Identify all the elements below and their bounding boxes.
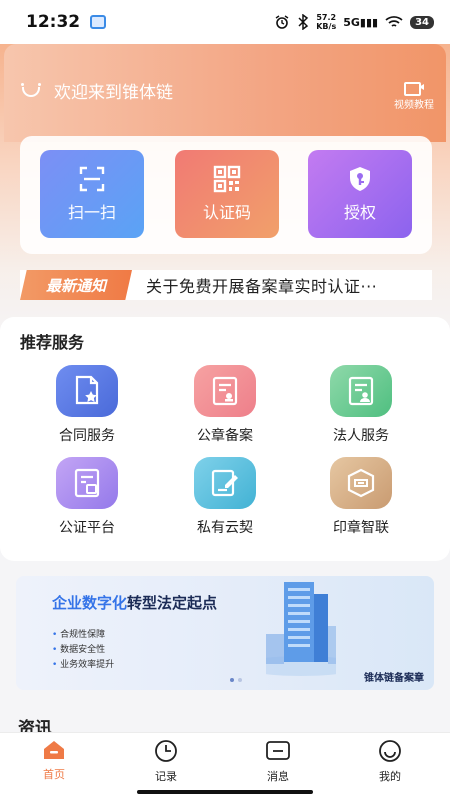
- authorize-button[interactable]: 授权: [308, 150, 412, 238]
- section-title: 推荐服务: [20, 333, 85, 352]
- tab-label: 消息: [267, 770, 289, 783]
- key-shield-icon: [346, 165, 374, 193]
- clock-icon: [155, 740, 177, 762]
- quick-actions-panel: 扫一扫 认证码 授权: [20, 136, 432, 254]
- service-stamp-link[interactable]: 印章智联: [306, 457, 416, 537]
- status-time: 12:32: [26, 12, 81, 32]
- notary-icon: [56, 457, 118, 509]
- scan-button[interactable]: 扫一扫: [40, 150, 144, 238]
- auth-code-button[interactable]: 认证码: [175, 150, 279, 238]
- banner-headline: 企业数字化转型法定起点: [52, 592, 217, 613]
- seal-record-icon: [194, 365, 256, 417]
- tab-label: 我的: [379, 770, 401, 783]
- tab-label: 记录: [155, 770, 177, 783]
- tab-profile[interactable]: 我的: [355, 739, 425, 784]
- scan-icon: [78, 165, 106, 193]
- battery-indicator: 34: [410, 15, 434, 29]
- private-cloud-sign-icon: [194, 457, 256, 509]
- app-notification-icon: [90, 15, 107, 29]
- profile-icon: [379, 740, 401, 762]
- service-label: 印章智联: [333, 520, 389, 536]
- video-tutorial-label: 视频教程: [394, 100, 434, 111]
- notice-tag: 最新通知: [20, 270, 132, 300]
- welcome-text: 欢迎来到锥体链: [54, 83, 173, 103]
- speed-value: 57.2: [316, 13, 337, 22]
- carousel-dot: [238, 678, 242, 682]
- banner-bullet: 业务效率提升: [52, 658, 114, 673]
- network-type: 5G: [343, 15, 360, 29]
- service-contract[interactable]: 合同服务: [32, 365, 142, 445]
- bottom-tab-bar: 首页 记录 消息 我的: [0, 732, 450, 800]
- banner-bullet: 数据安全性: [52, 643, 114, 658]
- network-speed: 57.2 KB/s: [316, 13, 336, 31]
- banner-headline-highlight: 企业数字化: [52, 594, 128, 612]
- service-private-cloud[interactable]: 私有云契: [170, 457, 280, 537]
- service-notary[interactable]: 公证平台: [32, 457, 142, 537]
- service-label: 公章备案: [197, 428, 253, 444]
- home-icon: [44, 741, 64, 759]
- tab-home[interactable]: 首页: [19, 739, 89, 782]
- service-label: 公证平台: [59, 520, 115, 536]
- authorize-label: 授权: [343, 203, 376, 222]
- notice-text[interactable]: 关于免费开展备案章实时认证···: [146, 273, 377, 297]
- legal-person-icon: [330, 365, 392, 417]
- banner-headline-rest: 转型法定起点: [127, 594, 218, 612]
- service-seal-record[interactable]: 公章备案: [170, 365, 280, 445]
- service-label: 法人服务: [333, 428, 389, 444]
- tab-messages[interactable]: 消息: [243, 739, 313, 784]
- stamp-link-icon: [330, 457, 392, 509]
- banner-bullets: 合规性保障 数据安全性 业务效率提升: [52, 628, 114, 673]
- latest-notice-bar[interactable]: 最新通知 关于免费开展备案章实时认证···: [20, 270, 432, 300]
- smile-logo-icon: [20, 82, 42, 99]
- welcome-banner: 欢迎来到锥体链: [20, 78, 173, 103]
- speed-unit: KB/s: [316, 22, 337, 31]
- service-legal-person[interactable]: 法人服务: [306, 365, 416, 445]
- service-label: 私有云契: [197, 520, 253, 536]
- message-icon: [266, 741, 290, 760]
- tab-records[interactable]: 记录: [131, 739, 201, 784]
- carousel-dot: [230, 678, 234, 682]
- carousel-dots: [230, 678, 242, 682]
- recommended-services-section: 推荐服务 合同服务 公章备案 法人服务 公证平台 私有云契 印章智联: [0, 317, 450, 561]
- scan-label: 扫一扫: [67, 203, 116, 222]
- banner-bullet: 合规性保障: [52, 628, 114, 643]
- bluetooth-icon: [298, 14, 309, 30]
- gesture-home-indicator: [137, 790, 313, 794]
- cellular-signal-icon: 5G▮▮▮: [343, 15, 379, 29]
- contract-star-icon: [56, 365, 118, 417]
- promo-banner[interactable]: 企业数字化转型法定起点 合规性保障 数据安全性 业务效率提升 锥体链备案章: [16, 576, 434, 690]
- qr-code-icon: [213, 165, 241, 193]
- building-illustration: [266, 582, 336, 676]
- auth-code-label: 认证码: [202, 203, 251, 222]
- service-label: 合同服务: [59, 428, 115, 444]
- alarm-icon: [275, 15, 289, 29]
- banner-brand: 锥体链备案章: [364, 673, 424, 684]
- tab-label: 首页: [43, 768, 65, 781]
- video-tutorial-button[interactable]: 视频教程: [394, 80, 434, 111]
- status-bar: 12:32 57.2 KB/s 5G▮▮▮ 34: [0, 0, 450, 44]
- wifi-icon: [385, 16, 403, 27]
- video-camera-icon: [404, 80, 424, 96]
